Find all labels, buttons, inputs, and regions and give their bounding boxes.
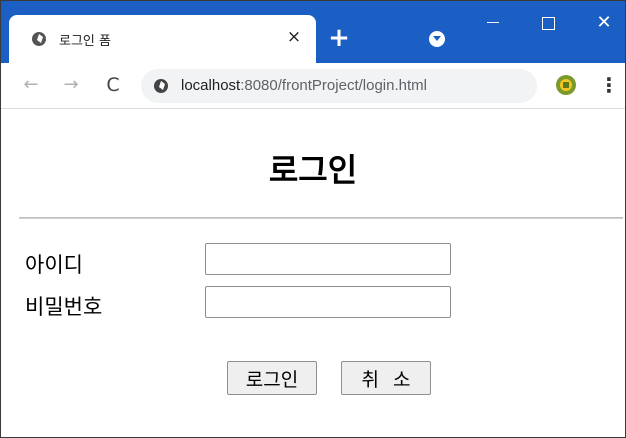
browser-tab[interactable]: 로그인 폼 × [9,15,316,63]
id-input[interactable] [205,243,451,275]
title-bar: 로그인 폼 × + ✕ [1,1,625,63]
back-button[interactable]: ← [19,73,43,97]
maximize-button[interactable] [536,11,560,35]
password-input[interactable] [205,286,451,318]
page-title: 로그인 [268,151,358,189]
address-bar[interactable]: localhost:8080/frontProject/login.html [141,69,537,103]
tab-title: 로그인 폼 [59,34,111,49]
globe-icon [154,79,168,93]
cancel-button[interactable]: 취소 [341,361,431,395]
tab-close-icon[interactable]: × [284,27,304,47]
reload-button[interactable]: C [101,73,125,97]
forward-button[interactable]: → [59,73,83,97]
menu-icon[interactable]: ⋮ [599,73,619,97]
tab-search-icon[interactable] [429,31,445,47]
url-text: localhost:8080/frontProject/login.html [181,77,427,94]
new-tab-button[interactable]: + [328,25,350,51]
globe-icon [32,32,46,46]
close-window-button[interactable]: ✕ [592,11,616,35]
extension-icon[interactable] [555,74,577,96]
page-content: 로그인 아이디 비밀번호 로그인 취소 [1,109,625,437]
browser-window: 로그인 폼 × + ✕ ← → C localhost:8080/frontPr… [0,0,626,438]
browser-toolbar: ← → C localhost:8080/frontProject/login.… [1,63,625,109]
url-path: :8080/frontProject/login.html [240,77,427,94]
minimize-button[interactable] [481,11,505,35]
divider [19,217,623,219]
login-button[interactable]: 로그인 [227,361,317,395]
url-host: localhost [181,77,241,94]
password-label: 비밀번호 [25,295,103,319]
id-label: 아이디 [25,253,83,277]
